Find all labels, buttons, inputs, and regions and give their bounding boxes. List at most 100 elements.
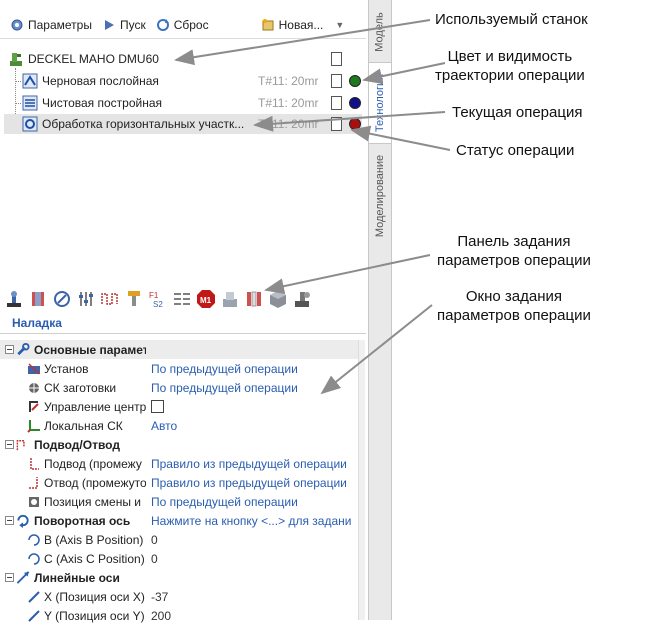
param-name: Отвод (промежуто xyxy=(44,475,146,490)
annotation-machine: Используемый станок xyxy=(435,11,588,28)
tab-model[interactable]: Модель xyxy=(369,2,391,62)
param-row[interactable]: СК заготовки По предыдущей операции xyxy=(0,378,358,397)
param-row[interactable]: Управление центр xyxy=(0,397,358,416)
tab-technology[interactable]: Технология xyxy=(369,62,391,144)
tool-icon[interactable] xyxy=(124,289,144,309)
param-name: Линейные оси xyxy=(34,570,120,585)
param-row[interactable]: Позиция смены и По предыдущей операции xyxy=(0,492,358,511)
params-group-main[interactable]: Основные парамет xyxy=(0,340,358,359)
annotation-status: Статус операции xyxy=(456,142,575,159)
vertical-scrollbar[interactable] xyxy=(358,340,365,620)
document-icon[interactable] xyxy=(331,96,342,110)
trajectory-color-dot[interactable] xyxy=(349,97,361,109)
machine-icon xyxy=(10,53,22,66)
operation-label: Черновая послойная xyxy=(42,74,159,88)
new-label: Новая... xyxy=(278,18,324,32)
collapse-icon[interactable] xyxy=(5,573,14,582)
collapse-icon[interactable] xyxy=(5,345,14,354)
param-name: СК заготовки xyxy=(44,380,117,395)
operation-item[interactable]: Черновая послойная T#11: 20mr xyxy=(0,71,366,91)
param-value[interactable]: Правило из предыдущей операции xyxy=(151,457,347,471)
setup-icon[interactable] xyxy=(4,289,24,309)
param-name: C (Axis C Position) xyxy=(44,551,145,566)
run-button[interactable]: Пуск xyxy=(102,18,146,32)
param-name: Локальная СК xyxy=(44,418,123,433)
tab-setup[interactable]: Наладка xyxy=(12,316,62,330)
trajectory-color-dot[interactable] xyxy=(349,75,361,87)
params-label: Параметры xyxy=(28,18,92,32)
new-operation-icon xyxy=(262,19,274,31)
cube-icon[interactable] xyxy=(268,289,288,309)
current-operation-item[interactable]: Обработка горизонтальных участк... T#11:… xyxy=(4,114,362,134)
stock-icon[interactable] xyxy=(244,289,264,309)
annotation-window: Окно задания параметров операции xyxy=(437,288,591,324)
collapse-icon[interactable] xyxy=(5,440,14,449)
feeds-icon[interactable] xyxy=(76,289,96,309)
m1-stop-icon[interactable]: M1 xyxy=(196,289,216,309)
params-group-rotary[interactable]: Поворотная ось Нажмите на кнопку <...> д… xyxy=(0,511,358,530)
tolerance-icon[interactable] xyxy=(172,289,192,309)
tab-modeling[interactable]: Моделирование xyxy=(369,144,391,248)
param-value[interactable]: Нажмите на кнопку <...> для задани xyxy=(151,514,356,528)
tab-modeling-label: Моделирование xyxy=(374,154,386,238)
retract-icon xyxy=(29,476,38,489)
param-value[interactable]: 200 xyxy=(151,609,171,623)
param-row[interactable]: X (Позиция оси X) -37 xyxy=(0,587,358,606)
params-group-approach[interactable]: Подвод/Отвод xyxy=(0,435,358,454)
param-value[interactable]: По предыдущей операции xyxy=(151,362,298,376)
new-operation-button[interactable]: Новая... ▼ xyxy=(261,18,345,32)
param-name: Подвод/Отвод xyxy=(34,437,120,452)
chevron-down-icon: ▼ xyxy=(335,20,345,30)
param-row[interactable]: Отвод (промежуто Правило из предыдущей о… xyxy=(0,473,358,492)
operation-item[interactable]: Чистовая постройная T#11: 20mr xyxy=(0,93,366,113)
param-value[interactable]: По предыдущей операции xyxy=(151,495,298,509)
param-name: Поворотная ось xyxy=(34,513,131,528)
machine-settings-icon[interactable] xyxy=(292,289,312,309)
axis-y-icon xyxy=(28,609,40,622)
machine-node[interactable]: DECKEL MAHO DMU60 xyxy=(0,49,366,69)
reset-button[interactable]: Сброс xyxy=(156,18,209,32)
compass-icon[interactable] xyxy=(52,289,72,309)
center-control-icon xyxy=(29,400,39,412)
refresh-icon xyxy=(156,19,169,31)
workpiece-icon[interactable] xyxy=(28,289,48,309)
document-icon[interactable] xyxy=(331,117,342,131)
param-row[interactable]: Установ По предыдущей операции xyxy=(0,359,358,378)
tool-label: T#11: 20mr xyxy=(258,96,319,110)
param-value[interactable]: Правило из предыдущей операции xyxy=(151,476,347,490)
operation-label: Чистовая постройная xyxy=(42,96,162,110)
params-group-linear[interactable]: Линейные оси xyxy=(0,568,358,587)
document-icon[interactable] xyxy=(331,74,342,88)
params-button[interactable]: Параметры xyxy=(10,18,92,32)
strategy-icon[interactable] xyxy=(220,289,240,309)
feedrate-f1-s2-icon[interactable]: F1S2 xyxy=(148,289,168,309)
param-row[interactable]: C (Axis C Position) 0 xyxy=(0,549,358,568)
param-row[interactable]: B (Axis B Position) 0 xyxy=(0,530,358,549)
param-value[interactable]: 0 xyxy=(151,533,158,547)
document-icon[interactable] xyxy=(331,52,342,66)
annotation-current: Текущая операция xyxy=(452,104,583,121)
collapse-icon[interactable] xyxy=(5,516,14,525)
param-row[interactable]: Подвод (промежу Правило из предыдущей оп… xyxy=(0,454,358,473)
param-value[interactable]: Авто xyxy=(151,419,177,433)
setup-param-icon xyxy=(28,362,40,375)
svg-text:F1: F1 xyxy=(149,291,159,300)
param-row[interactable]: Y (Позиция оси Y) 200 xyxy=(0,606,358,625)
operations-toolbar: Параметры Пуск Сброс Новая... ▼ xyxy=(0,12,366,39)
gear-icon xyxy=(11,19,23,31)
toolpath-icon[interactable] xyxy=(100,289,120,309)
param-name: Позиция смены и xyxy=(44,494,141,509)
param-value[interactable]: -37 xyxy=(151,590,168,604)
param-value[interactable]: 0 xyxy=(151,552,158,566)
tool-change-icon xyxy=(29,496,39,507)
tab-divider xyxy=(0,333,366,334)
linear-axes-icon xyxy=(16,571,30,584)
param-row[interactable]: Локальная СК Авто xyxy=(0,416,358,435)
param-value[interactable]: По предыдущей операции xyxy=(151,381,298,395)
param-name: Подвод (промежу xyxy=(44,456,142,471)
operation-status-dot[interactable] xyxy=(349,118,361,130)
approach-retract-icon xyxy=(16,440,25,451)
tool-label: T#11: 20mr xyxy=(258,74,319,88)
center-control-checkbox[interactable] xyxy=(151,400,164,413)
param-name: X (Позиция оси X) xyxy=(44,589,145,604)
